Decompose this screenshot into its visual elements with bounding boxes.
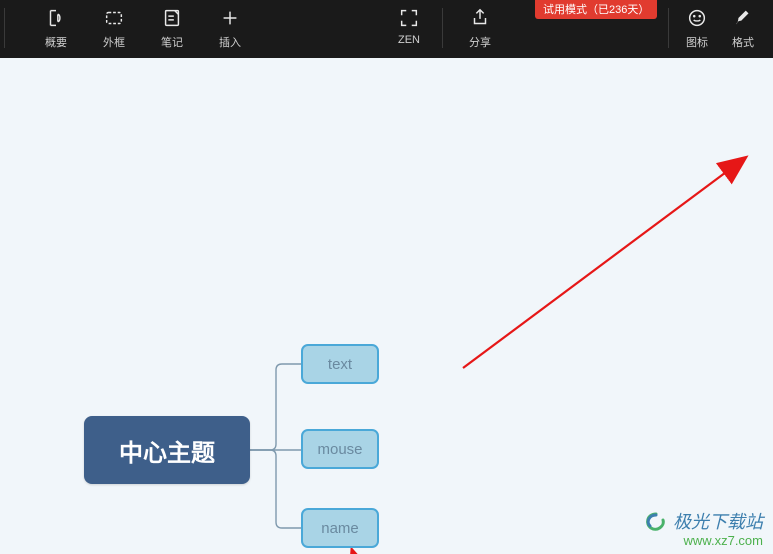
- zen-label: ZEN: [398, 34, 420, 46]
- subtopic-node[interactable]: name: [301, 508, 379, 548]
- format-button[interactable]: 格式: [721, 6, 765, 50]
- boundary-label: 外框: [103, 34, 125, 50]
- smiley-icon: [682, 6, 712, 30]
- subtopic-text: text: [328, 356, 352, 373]
- swirl-logo-icon: [643, 512, 669, 534]
- paintbrush-icon: [728, 6, 758, 30]
- icons-label: 图标: [686, 34, 708, 50]
- subtopic-text: name: [321, 520, 359, 537]
- toolbar: 概要 外框 笔记 插入 ZEN: [0, 0, 773, 58]
- fullscreen-icon: [394, 6, 424, 30]
- summary-icon: [41, 6, 71, 30]
- subtopic-node[interactable]: mouse: [301, 429, 379, 469]
- format-label: 格式: [732, 34, 754, 50]
- central-topic[interactable]: 中心主题: [84, 416, 250, 484]
- watermark-url: www.xz7.com: [643, 534, 763, 548]
- summary-label: 概要: [45, 34, 67, 50]
- share-button[interactable]: 分享: [447, 6, 513, 50]
- zen-button[interactable]: ZEN: [380, 6, 438, 50]
- plus-icon: [215, 6, 245, 30]
- mindmap-canvas[interactable]: 中心主题 text mouse name 极光下载站 www.xz7.com: [0, 58, 773, 554]
- subtopic-text: mouse: [317, 441, 362, 458]
- insert-button[interactable]: 插入: [201, 6, 259, 50]
- boundary-button[interactable]: 外框: [85, 6, 143, 50]
- toolbar-divider: [442, 8, 443, 48]
- central-topic-text: 中心主题: [119, 433, 215, 468]
- notes-icon: [157, 6, 187, 30]
- license-badge: 试用模式（已236天）: [535, 0, 657, 19]
- notes-label: 笔记: [161, 34, 183, 50]
- toolbar-divider: [4, 8, 5, 48]
- watermark-title-row: 极光下载站: [643, 512, 763, 534]
- subtopic-node[interactable]: text: [301, 344, 379, 384]
- toolbar-divider: [668, 8, 669, 48]
- icons-button[interactable]: 图标: [673, 6, 721, 50]
- toolbar-group-mid: ZEN 分享: [380, 6, 513, 50]
- share-icon: [465, 6, 495, 30]
- insert-label: 插入: [219, 34, 241, 50]
- watermark-title: 极光下载站: [673, 513, 763, 533]
- watermark: 极光下载站 www.xz7.com: [643, 512, 763, 548]
- notes-button[interactable]: 笔记: [143, 6, 201, 50]
- toolbar-group-left: 概要 外框 笔记 插入: [27, 6, 259, 50]
- share-label: 分享: [469, 34, 491, 50]
- toolbar-group-right: 图标 格式: [664, 6, 765, 50]
- summary-button[interactable]: 概要: [27, 6, 85, 50]
- boundary-icon: [99, 6, 129, 30]
